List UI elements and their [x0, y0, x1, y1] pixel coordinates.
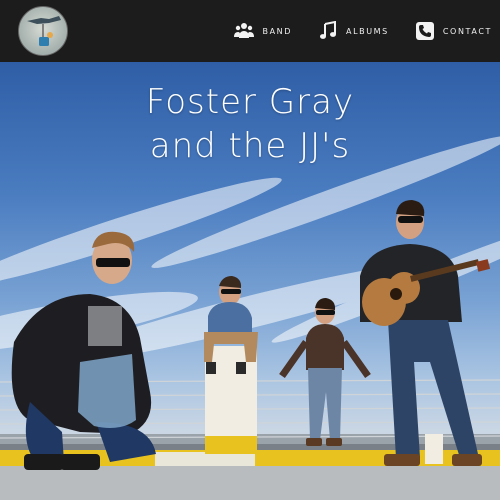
music-note-icon [318, 21, 338, 41]
logo-emblem-icon [27, 16, 61, 46]
nav-item-albums[interactable]: ALBUMS [318, 21, 389, 41]
nav-item-band[interactable]: BAND [234, 21, 292, 41]
main-nav: BAND ALBUMS CONTACT [208, 0, 492, 62]
phone-icon [415, 21, 435, 41]
hero-title: Foster Gray and the JJ's [0, 80, 500, 168]
hero-title-line2: and the JJ's [149, 126, 351, 166]
group-icon [234, 21, 255, 41]
nav-item-contact[interactable]: CONTACT [415, 21, 492, 41]
nav-label-contact: CONTACT [442, 26, 492, 36]
hero-title-line1: Foster Gray [145, 82, 355, 122]
hero-banner: Foster Gray and the JJ's [0, 62, 500, 500]
site-logo[interactable] [18, 6, 68, 56]
nav-label-band: BAND [262, 26, 292, 36]
nav-label-albums: ALBUMS [346, 26, 389, 36]
navbar: BAND ALBUMS CONTACT [0, 0, 500, 62]
